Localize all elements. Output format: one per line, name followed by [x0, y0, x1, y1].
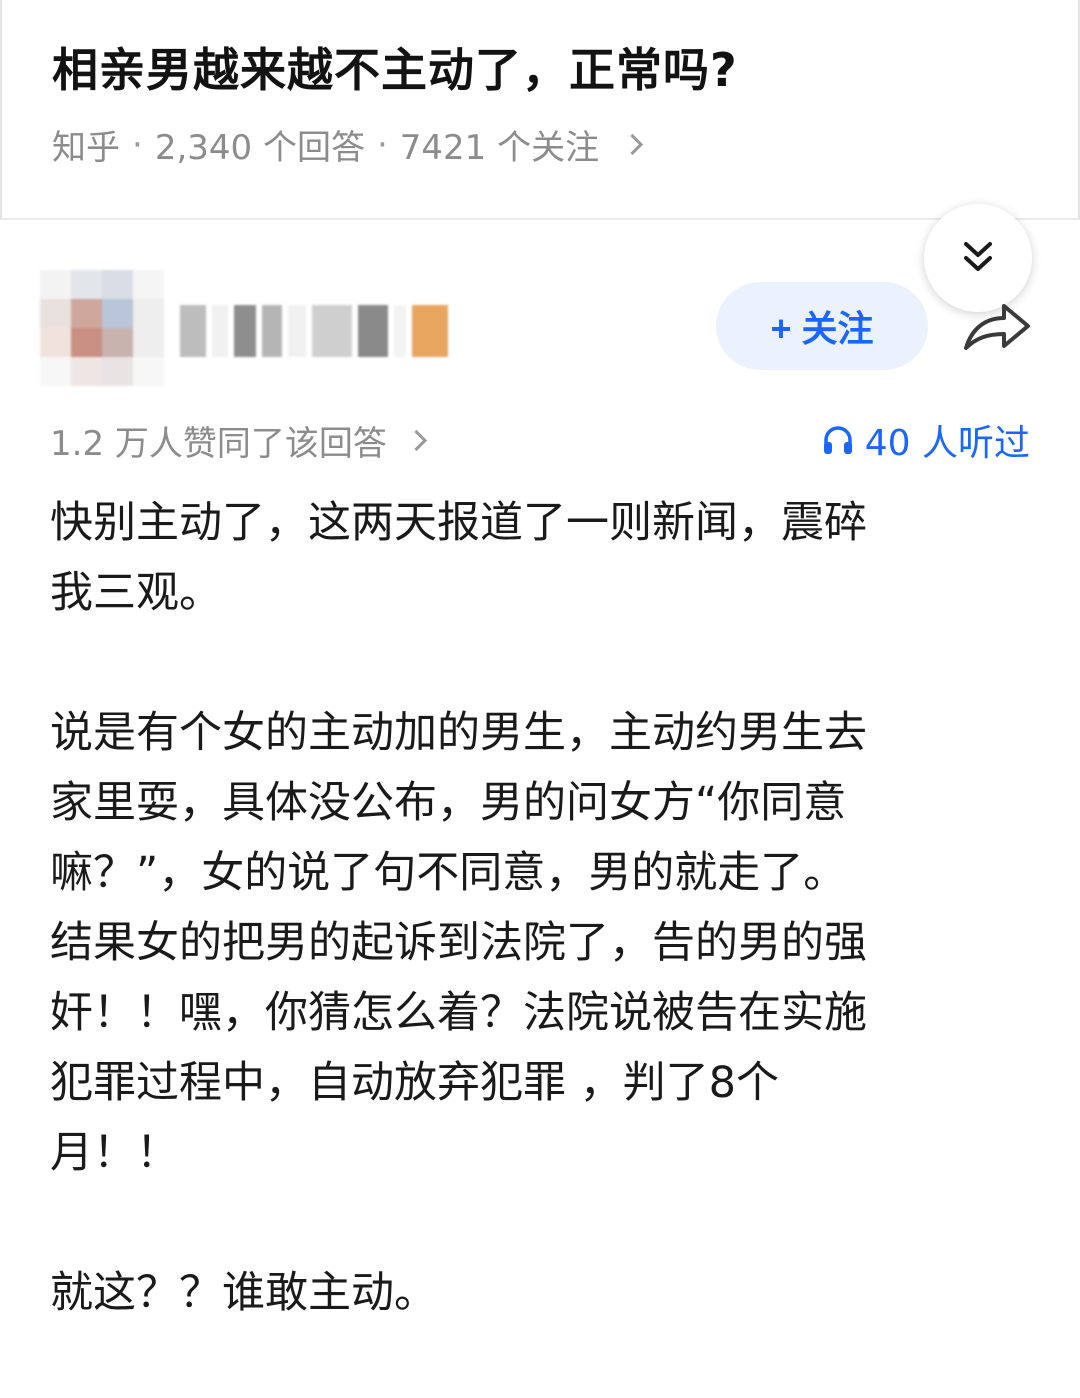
avatar-pixel	[102, 357, 133, 386]
author-name-block	[412, 305, 448, 357]
author-name-block	[234, 305, 256, 357]
avatar-pixel	[40, 270, 71, 299]
avatar-pixel	[40, 299, 71, 328]
answers-count: 2,340 个回答	[154, 128, 365, 168]
question-meta[interactable]: 知乎 · 2,340 个回答 · 7421 个关注	[52, 120, 644, 169]
author-row: + 关注	[0, 270, 1080, 390]
avatar-pixel	[71, 270, 102, 299]
meta-separator: ·	[132, 124, 143, 165]
author-name-blurred[interactable]	[180, 296, 450, 366]
chevron-right-icon	[622, 133, 644, 156]
author-name-block	[262, 305, 282, 357]
avatar[interactable]	[40, 270, 164, 386]
headphones-icon	[823, 426, 852, 454]
avatar-pixel	[133, 357, 164, 386]
follow-label: + 关注	[770, 308, 874, 349]
question-title[interactable]: 相亲男越来越不主动了，正常吗?	[52, 34, 738, 100]
author-name-block	[212, 305, 228, 357]
avatar-pixel	[40, 328, 71, 357]
answer-stats: 1.2 万人赞同了该回答 40 人听过	[0, 410, 1080, 470]
answer-paragraph: 就这？？谁敢主动。	[50, 1268, 437, 1318]
listened-text: 40 人听过	[864, 423, 1030, 464]
avatar-pixel	[133, 270, 164, 299]
author-name-block	[358, 305, 388, 357]
share-icon[interactable]	[962, 294, 1034, 358]
chevron-right-icon	[405, 429, 427, 452]
avatar-pixel	[102, 328, 133, 357]
answer-paragraph: 快别主动了，这两天报道了一则新闻，震碎 我三观。	[50, 498, 867, 618]
meta-separator: ·	[376, 124, 388, 165]
listen-button[interactable]: 40 人听过	[821, 414, 1030, 466]
avatar-pixel	[71, 299, 102, 328]
followers-count: 7421 个关注	[399, 128, 600, 168]
answer-content: 快别主动了，这两天报道了一则新闻，震碎 我三观。 说是有个女的主动加的男生，主动…	[50, 488, 1035, 1398]
author-name-block	[180, 305, 206, 357]
author-name-block	[394, 305, 406, 357]
avatar-pixel	[102, 270, 133, 299]
author-name-block	[312, 305, 352, 357]
avatar-pixel	[133, 328, 164, 357]
avatar-pixel	[102, 299, 133, 328]
source-label: 知乎	[52, 128, 120, 168]
answer-paragraph: 说是有个女的主动加的男生，主动约男生去 家里耍，具体没公布，男的问女方“你同意 …	[50, 708, 867, 1178]
follow-button[interactable]: + 关注	[716, 282, 928, 370]
likes-summary[interactable]: 1.2 万人赞同了该回答	[50, 416, 427, 465]
avatar-pixel	[71, 328, 102, 357]
question-header[interactable]: 相亲男越来越不主动了，正常吗? 知乎 · 2,340 个回答 · 7421 个关…	[0, 0, 1080, 220]
likes-text: 1.2 万人赞同了该回答	[50, 424, 387, 464]
author-name-block	[288, 305, 306, 357]
avatar-pixel	[40, 357, 71, 386]
avatar-pixel	[133, 299, 164, 328]
avatar-pixel	[71, 357, 102, 386]
